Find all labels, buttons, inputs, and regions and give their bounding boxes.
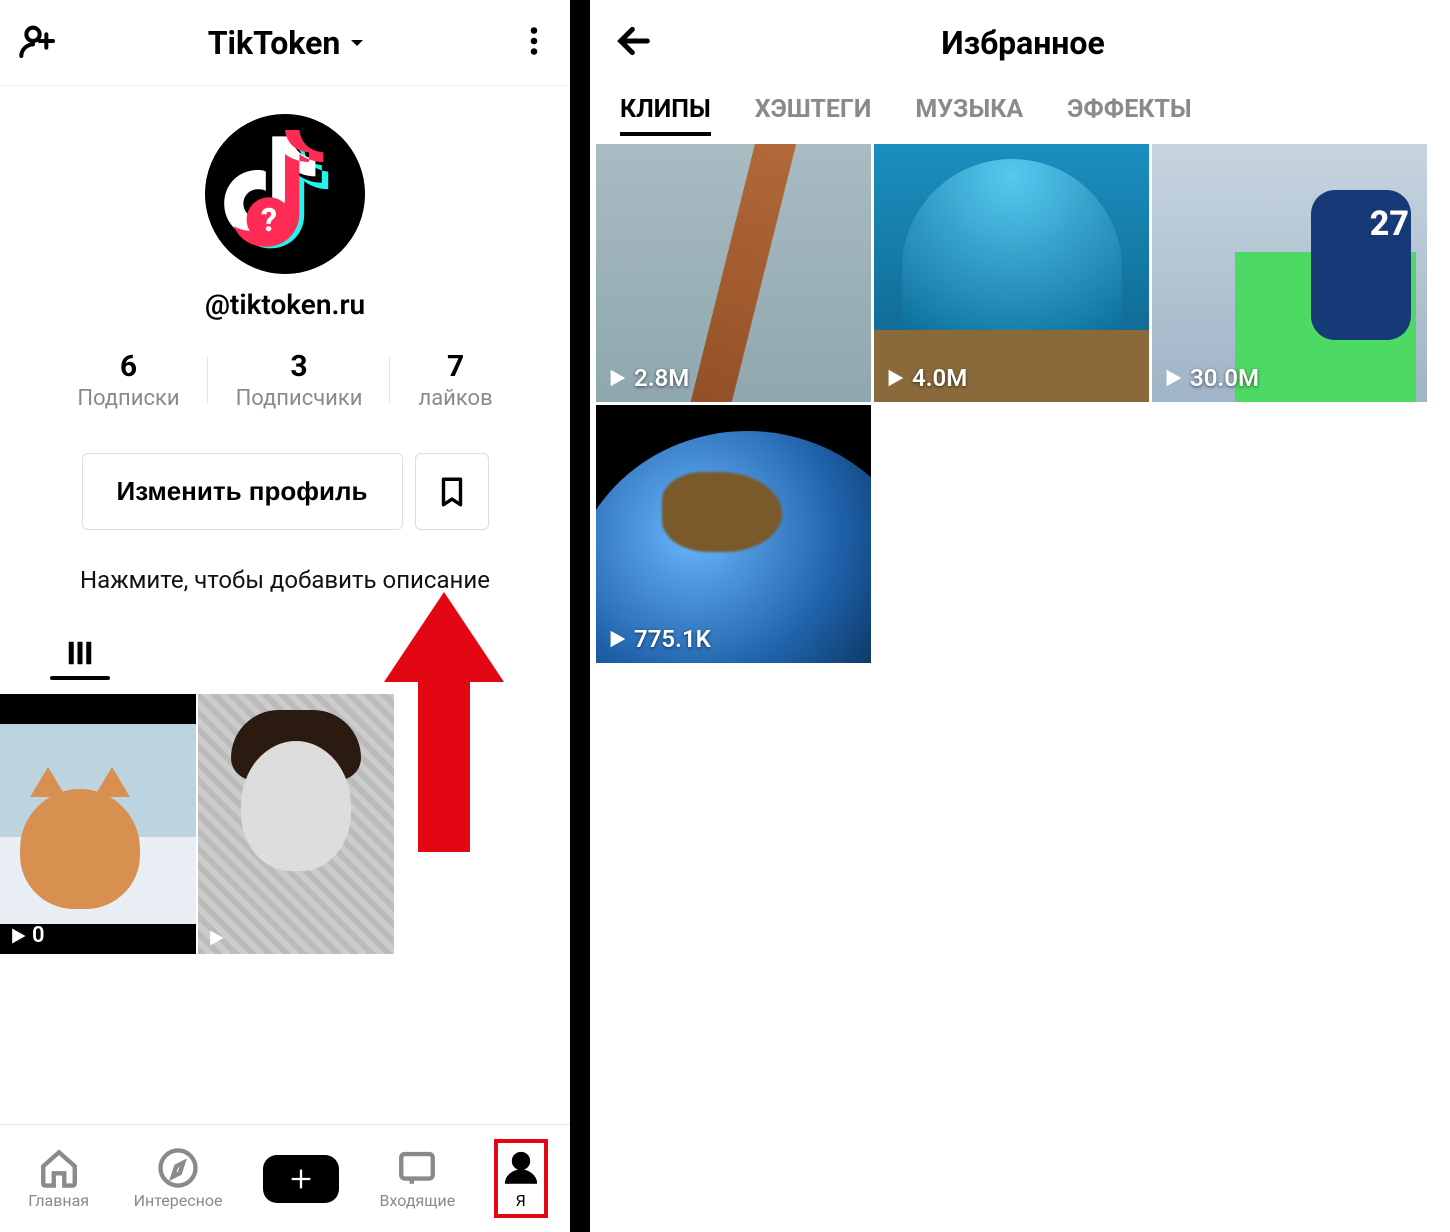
nav-home[interactable]: Главная — [24, 1141, 93, 1216]
plus-icon — [287, 1165, 315, 1193]
favorites-pane: Избранное КЛИПЫ ХЭШТЕГИ МУЗЫКА ЭФФЕКТЫ 2… — [590, 0, 1450, 1232]
profile-header: TikToken — [0, 0, 570, 86]
video-thumb[interactable]: 0 — [0, 694, 196, 954]
bottom-nav: Главная Интересное Входящие Я — [0, 1124, 570, 1232]
play-icon — [884, 367, 906, 389]
tab-hashtags[interactable]: ХЭШТЕГИ — [755, 95, 872, 134]
play-icon — [206, 928, 226, 948]
likes-label: лайков — [418, 386, 492, 411]
person-icon — [500, 1147, 542, 1189]
clip-thumb[interactable]: 775.1K — [596, 405, 871, 663]
nav-discover-label: Интересное — [134, 1191, 223, 1210]
following-count: 6 — [77, 349, 179, 384]
clip-thumb[interactable]: 4.0M — [874, 144, 1149, 402]
profile-actions: Изменить профиль — [0, 453, 570, 530]
video-views: 0 — [32, 923, 45, 948]
stats-row: 6 Подписки 3 Подписчики 7 лайков — [0, 349, 570, 411]
tab-clips[interactable]: КЛИПЫ — [620, 95, 711, 134]
inbox-icon — [396, 1147, 438, 1189]
following-stat[interactable]: 6 Подписки — [49, 349, 207, 411]
followers-label: Подписчики — [236, 386, 363, 411]
jersey-number: 27 — [1370, 204, 1409, 244]
play-icon — [1162, 367, 1184, 389]
add-bio-hint[interactable]: Нажмите, чтобы добавить описание — [0, 566, 570, 594]
likes-count: 7 — [418, 349, 492, 384]
nav-home-label: Главная — [28, 1191, 89, 1210]
profile-pane: TikToken ? @tiktoken.ru — [0, 0, 590, 1232]
following-label: Подписки — [77, 386, 179, 411]
nav-discover[interactable]: Интересное — [130, 1141, 227, 1216]
svg-text:?: ? — [261, 201, 277, 239]
clip-views: 2.8M — [634, 364, 689, 392]
favorites-title: Избранное — [941, 24, 1105, 62]
edit-profile-button[interactable]: Изменить профиль — [82, 453, 403, 530]
more-menu-button[interactable] — [516, 23, 552, 63]
favorites-button[interactable] — [415, 453, 489, 530]
followers-count: 3 — [236, 349, 363, 384]
arrow-left-icon — [614, 21, 654, 61]
profile-body: ? @tiktoken.ru 6 Подписки 3 Подписчики 7… — [0, 86, 570, 1124]
clip-views: 30.0M — [1190, 364, 1259, 392]
nav-me-label: Я — [516, 1191, 526, 1210]
account-title: TikToken — [208, 24, 341, 62]
play-icon — [606, 367, 628, 389]
compass-icon — [157, 1147, 199, 1189]
nav-me[interactable]: Я — [496, 1141, 546, 1216]
account-switcher[interactable]: TikToken — [208, 24, 367, 62]
kebab-icon — [516, 23, 552, 59]
favorites-header: Избранное — [596, 0, 1450, 86]
nav-inbox-label: Входящие — [380, 1191, 456, 1210]
favorites-tabs: КЛИПЫ ХЭШТЕГИ МУЗЫКА ЭФФЕКТЫ — [596, 86, 1450, 142]
clip-thumb[interactable]: 2.8M — [596, 144, 871, 402]
chevron-down-icon — [348, 34, 366, 52]
clip-thumb[interactable]: 27 30.0M — [1152, 144, 1427, 402]
nav-inbox[interactable]: Входящие — [376, 1141, 460, 1216]
clip-views: 775.1K — [634, 625, 711, 653]
grid-icon — [65, 638, 95, 668]
likes-stat[interactable]: 7 лайков — [390, 349, 520, 411]
tab-music[interactable]: МУЗЫКА — [915, 95, 1023, 134]
home-icon — [38, 1147, 80, 1189]
tiktok-logo-icon: ? — [205, 114, 365, 274]
profile-handle: @tiktoken.ru — [205, 288, 365, 321]
play-icon — [8, 926, 28, 946]
nav-create-button[interactable] — [263, 1155, 339, 1203]
videos-tab[interactable] — [40, 638, 120, 680]
tab-effects[interactable]: ЭФФЕКТЫ — [1067, 95, 1191, 134]
clip-views: 4.0M — [912, 364, 967, 392]
back-button[interactable] — [614, 21, 654, 65]
followers-stat[interactable]: 3 Подписчики — [208, 349, 391, 411]
add-friend-button[interactable] — [18, 21, 58, 65]
profile-video-grid: 0 — [0, 694, 570, 954]
favorites-grid: 2.8M 4.0M 27 30.0M 775.1K — [596, 144, 1450, 663]
bookmark-icon — [435, 475, 469, 509]
profile-avatar[interactable]: ? — [205, 114, 365, 274]
video-thumb[interactable] — [198, 694, 394, 954]
play-icon — [606, 628, 628, 650]
